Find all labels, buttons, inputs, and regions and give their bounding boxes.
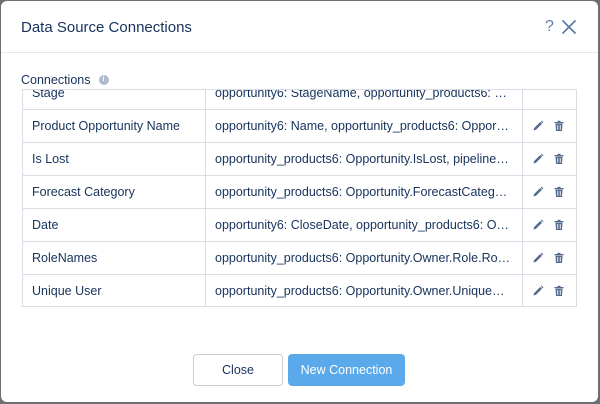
table-row: Stage opportunity6: StageName, opportuni… xyxy=(23,89,576,110)
delete-icon[interactable] xyxy=(553,153,565,165)
table-row: Date opportunity6: CloseDate, opportunity… xyxy=(23,209,576,242)
connections-label-text: Connections xyxy=(21,73,91,87)
connection-source: opportunity6: CloseDate, opportunity_pro… xyxy=(206,209,523,241)
row-actions xyxy=(523,176,576,208)
connection-name: Is Lost xyxy=(23,143,206,175)
connection-source-text: opportunity_products6: Opportunity.IsLos… xyxy=(215,152,511,166)
connection-name: Date xyxy=(23,209,206,241)
help-icon[interactable]: ? xyxy=(545,18,554,36)
edit-icon[interactable] xyxy=(532,252,544,264)
table-row: Product Opportunity Name opportunity6: Na… xyxy=(23,110,576,143)
close-button[interactable]: Close xyxy=(193,354,283,386)
dialog-header: Data Source Connections ? xyxy=(1,1,598,53)
row-actions xyxy=(523,90,576,109)
delete-icon[interactable] xyxy=(553,285,565,297)
dialog-title: Data Source Connections xyxy=(21,19,192,36)
connections-table[interactable]: Stage opportunity6: StageName, opportuni… xyxy=(22,89,577,307)
connection-source: opportunity_products6: Opportunity.Owner… xyxy=(206,275,523,306)
row-actions xyxy=(523,275,576,306)
edit-icon[interactable] xyxy=(532,120,544,132)
connection-source-text: opportunity6: CloseDate, opportunity_pro… xyxy=(215,218,511,232)
connection-source: opportunity6: StageName, opportunity_pro… xyxy=(206,89,523,109)
connections-label: Connections i xyxy=(21,73,109,87)
table-row: RoleNames opportunity_products6: Opportun… xyxy=(23,242,576,275)
info-icon[interactable]: i xyxy=(98,75,109,85)
dialog-footer: Close New Connection xyxy=(1,331,598,401)
connection-name: RoleNames xyxy=(23,242,206,274)
delete-icon[interactable] xyxy=(553,120,565,132)
connection-source-text: opportunity_products6: Opportunity.Owner… xyxy=(215,284,511,298)
table-row: Forecast Category opportunity_products6: … xyxy=(23,176,576,209)
connection-source-text: opportunity6: StageName, opportunity_pro… xyxy=(215,89,511,100)
delete-icon[interactable] xyxy=(553,252,565,264)
delete-icon[interactable] xyxy=(553,219,565,231)
connections-table-body: Stage opportunity6: StageName, opportuni… xyxy=(23,89,576,306)
connection-name: Product Opportunity Name xyxy=(23,110,206,142)
connection-source: opportunity_products6: Opportunity.IsLos… xyxy=(206,143,523,175)
row-actions xyxy=(523,143,576,175)
connection-source-text: opportunity_products6: Opportunity.Owner… xyxy=(215,251,511,265)
connection-source: opportunity_products6: Opportunity.Owner… xyxy=(206,242,523,274)
connection-name: Stage xyxy=(23,90,206,109)
row-actions xyxy=(523,242,576,274)
close-icon[interactable] xyxy=(561,19,577,35)
row-actions xyxy=(523,209,576,241)
connection-name: Forecast Category xyxy=(23,176,206,208)
new-connection-button[interactable]: New Connection xyxy=(288,354,405,386)
connection-name: Unique User xyxy=(23,275,206,306)
delete-icon[interactable] xyxy=(553,186,565,198)
edit-icon[interactable] xyxy=(532,153,544,165)
connection-source-text: opportunity_products6: Opportunity.Forec… xyxy=(215,185,511,199)
connection-source: opportunity_products6: Opportunity.Forec… xyxy=(206,176,523,208)
data-source-connections-dialog: Data Source Connections ? Connections i … xyxy=(1,1,598,402)
edit-icon[interactable] xyxy=(532,219,544,231)
table-row: Unique User opportunity_products6: Opport… xyxy=(23,275,576,306)
connection-source: opportunity6: Name, opportunity_products… xyxy=(206,110,523,142)
edit-icon[interactable] xyxy=(532,186,544,198)
connection-source-text: opportunity6: Name, opportunity_products… xyxy=(215,119,511,133)
table-row: Is Lost opportunity_products6: Opportunit… xyxy=(23,143,576,176)
edit-icon[interactable] xyxy=(532,285,544,297)
row-actions xyxy=(523,110,576,142)
